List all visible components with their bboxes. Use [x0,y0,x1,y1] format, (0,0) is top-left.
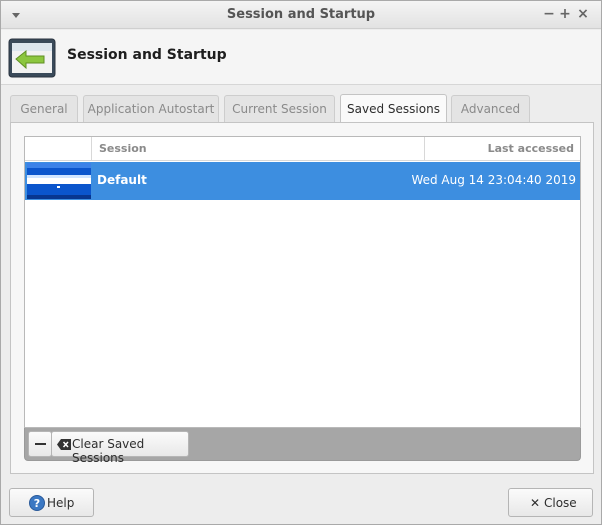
remove-session-button[interactable] [28,431,52,457]
list-header: Session Last accessed [25,137,580,161]
table-row[interactable]: Default Wed Aug 14 23:04:40 2019 [25,162,580,200]
window-title: Session and Startup [226,7,376,22]
saved-sessions-panel: Session Last accessed Default Wed Aug 14… [10,122,594,474]
tab-advanced[interactable]: Advanced [451,95,530,123]
minimize-button[interactable]: − [541,6,557,22]
session-last-accessed: Wed Aug 14 23:04:40 2019 [411,173,576,187]
help-label: Help [47,496,75,510]
page-title: Session and Startup [67,47,227,63]
clear-saved-sessions-button[interactable]: Clear Saved Sessions [51,431,189,465]
column-header-session[interactable]: Session [99,137,147,161]
dialog-header: Session and Startup [1,30,601,85]
titlebar[interactable]: Session and Startup − + × [1,1,601,29]
svg-text:?: ? [34,497,40,510]
close-window-button[interactable]: × [575,6,591,22]
close-label: Close [544,496,577,510]
clear-icon [57,439,71,450]
close-icon: ✕ [530,496,541,510]
close-button[interactable]: ✕ Close [508,488,593,517]
tab-application-autostart[interactable]: Application Autostart [83,95,219,123]
session-startup-icon [8,38,56,78]
help-button[interactable]: ? Help [9,488,94,517]
help-icon: ? [29,495,45,511]
column-separator [91,137,92,161]
minus-icon [35,443,46,445]
tab-saved-sessions[interactable]: Saved Sessions [340,94,447,124]
session-name: Default [97,173,147,187]
session-thumbnail [27,163,91,199]
sessions-list[interactable]: Session Last accessed Default Wed Aug 14… [24,136,581,428]
column-separator [424,137,425,161]
tab-general[interactable]: General [10,95,78,123]
column-header-last-accessed[interactable]: Last accessed [488,137,574,161]
session-startup-window: Session and Startup − + × Session and St… [0,0,602,525]
list-toolbar: Clear Saved Sessions [24,428,581,465]
maximize-button[interactable]: + [557,6,573,22]
tab-current-session[interactable]: Current Session [224,95,335,123]
clear-saved-sessions-label: Clear Saved Sessions [72,437,145,465]
